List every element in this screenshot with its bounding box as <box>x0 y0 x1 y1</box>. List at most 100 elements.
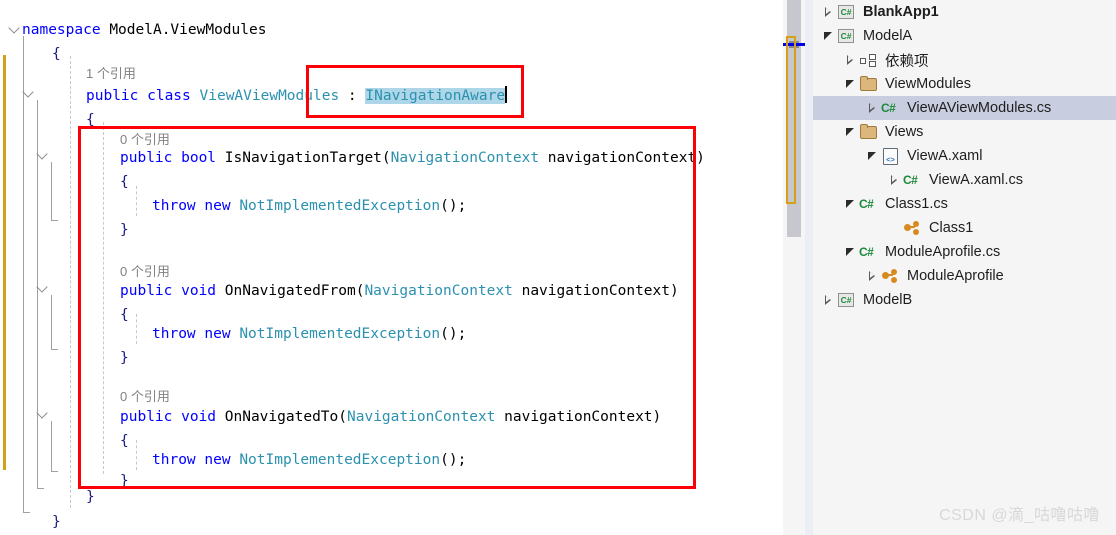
code-token: OnNavigatedFrom <box>224 283 356 299</box>
chevron-down-icon[interactable] <box>843 120 859 144</box>
chevron-right-icon[interactable] <box>887 168 903 192</box>
code-token: NotImplementedException <box>239 198 441 214</box>
code-token: new <box>204 326 240 342</box>
chevron-down-icon[interactable] <box>843 240 859 264</box>
code-line: } <box>120 469 129 493</box>
chevron-down-icon[interactable] <box>865 144 881 168</box>
xaml-file-icon <box>881 144 903 168</box>
code-token: { <box>120 174 129 190</box>
code-editor-pane[interactable]: namespace ModelA.ViewModules {1 个引用 public… <box>0 0 783 535</box>
tree-item-class1[interactable]: Class1 <box>813 216 1116 240</box>
tree-item-modelb[interactable]: C# ModelB <box>813 288 1116 312</box>
code-line: { <box>120 170 129 194</box>
solution-explorer-panel[interactable]: C# BlankApp1 C# ModelA 依赖项 ViewModules C# ViewA… <box>813 0 1116 535</box>
code-token: bool <box>181 150 225 166</box>
code-token: ( <box>381 150 391 166</box>
project-icon: C# <box>837 0 859 24</box>
folder-icon <box>859 120 881 144</box>
code-token: { <box>120 433 129 449</box>
code-token: (); <box>440 198 467 214</box>
code-line: } <box>52 510 61 534</box>
code-token: { <box>86 112 95 128</box>
tree-item-viewaviewmodules-cs[interactable]: C# ViewAViewModules.cs <box>813 96 1116 120</box>
tree-item-moduleaprofile-cs[interactable]: C# ModuleAprofile.cs <box>813 240 1116 264</box>
code-token: 0 个引用 <box>120 389 170 404</box>
visual-studio-window: namespace ModelA.ViewModules {1 个引用 public… <box>0 0 1116 535</box>
tree-item-[interactable]: 依赖项 <box>813 48 1116 72</box>
code-token: NavigationContext <box>347 409 496 425</box>
chevron-down-icon[interactable] <box>843 72 859 96</box>
code-token: NavigationContext <box>364 283 513 299</box>
source-code-text[interactable]: namespace ModelA.ViewModules {1 个引用 public… <box>0 0 783 535</box>
code-token: public <box>120 150 182 166</box>
code-line: throw new NotImplementedException(); <box>152 322 466 346</box>
pane-splitter[interactable] <box>805 0 813 535</box>
code-token: namespace <box>22 22 110 38</box>
code-token: public <box>120 409 182 425</box>
code-line: public class ViewAViewModules : INavigat… <box>86 84 507 108</box>
code-line: namespace ModelA.ViewModules <box>22 18 266 42</box>
code-token: { <box>52 46 61 62</box>
code-line: throw new NotImplementedException(); <box>152 448 466 472</box>
code-token: void <box>181 283 225 299</box>
project-icon: C# <box>837 288 859 312</box>
tree-item-viewa-xaml-cs[interactable]: C# ViewA.xaml.cs <box>813 168 1116 192</box>
tree-item-label: ViewModules <box>885 76 971 92</box>
code-token: } <box>120 473 129 489</box>
project-icon: C# <box>837 24 859 48</box>
code-line: 1 个引用 <box>86 62 136 86</box>
tree-item-label: Class1.cs <box>885 196 948 212</box>
code-line: { <box>86 108 95 132</box>
code-line: public void OnNavigatedFrom(NavigationCo… <box>120 279 679 303</box>
tree-item-label: Class1 <box>929 220 974 236</box>
code-token: ViewAViewModules <box>199 88 340 104</box>
tree-item-viewmodules[interactable]: ViewModules <box>813 72 1116 96</box>
code-line: } <box>86 485 95 509</box>
chevron-right-icon[interactable] <box>865 96 881 120</box>
editor-vertical-scrollbar[interactable] <box>783 0 805 535</box>
code-token: NotImplementedException <box>239 326 441 342</box>
chevron-right-icon[interactable] <box>821 288 837 312</box>
code-token: 0 个引用 <box>120 264 170 279</box>
tree-item-class1-cs[interactable]: C# Class1.cs <box>813 192 1116 216</box>
code-token: (); <box>440 326 467 342</box>
class-icon <box>881 264 903 288</box>
code-token: public <box>120 283 182 299</box>
code-token: public <box>86 88 148 104</box>
code-token: new <box>204 198 240 214</box>
code-token: NavigationContext <box>390 150 540 166</box>
code-token: navigationContext) <box>539 150 705 166</box>
csharp-file-icon: C# <box>859 245 874 259</box>
tree-item-label: 依赖项 <box>885 53 929 70</box>
chevron-down-icon[interactable] <box>821 24 837 48</box>
tree-item-label: ModuleAprofile <box>907 268 1004 284</box>
code-token: } <box>52 514 61 530</box>
csharp-file-icon: C# <box>903 173 918 187</box>
chevron-right-icon[interactable] <box>821 0 837 24</box>
tree-item-blankapp1[interactable]: C# BlankApp1 <box>813 0 1116 24</box>
tree-item-label: ViewA.xaml <box>907 148 983 164</box>
code-token: class <box>147 88 200 104</box>
chevron-down-icon[interactable] <box>843 192 859 216</box>
code-line: public bool IsNavigationTarget(Navigatio… <box>120 146 705 170</box>
code-token: : <box>339 88 366 104</box>
code-line: public void OnNavigatedTo(NavigationCont… <box>120 405 661 429</box>
chevron-right-icon[interactable] <box>865 264 881 288</box>
text-caret <box>505 86 507 103</box>
code-token: throw <box>152 326 205 342</box>
solution-tree[interactable]: C# BlankApp1 C# ModelA 依赖项 ViewModules C# ViewA… <box>813 0 1116 312</box>
watermark-text: CSDN @滴_咕噜咕噜 <box>939 507 1100 524</box>
tree-item-viewa-xaml[interactable]: ViewA.xaml <box>813 144 1116 168</box>
code-token: { <box>120 307 129 323</box>
tree-item-label: ModelA <box>863 28 913 44</box>
tree-item-views[interactable]: Views <box>813 120 1116 144</box>
chevron-right-icon[interactable] <box>843 48 859 72</box>
tree-item-label: BlankApp1 <box>863 4 939 20</box>
code-token: void <box>181 409 225 425</box>
tree-item-moduleaprofile[interactable]: ModuleAprofile <box>813 264 1116 288</box>
code-line: } <box>120 346 129 370</box>
code-token: } <box>86 489 95 505</box>
code-token: throw <box>152 452 205 468</box>
tree-item-modela[interactable]: C# ModelA <box>813 24 1116 48</box>
code-token: navigationContext) <box>495 409 662 425</box>
